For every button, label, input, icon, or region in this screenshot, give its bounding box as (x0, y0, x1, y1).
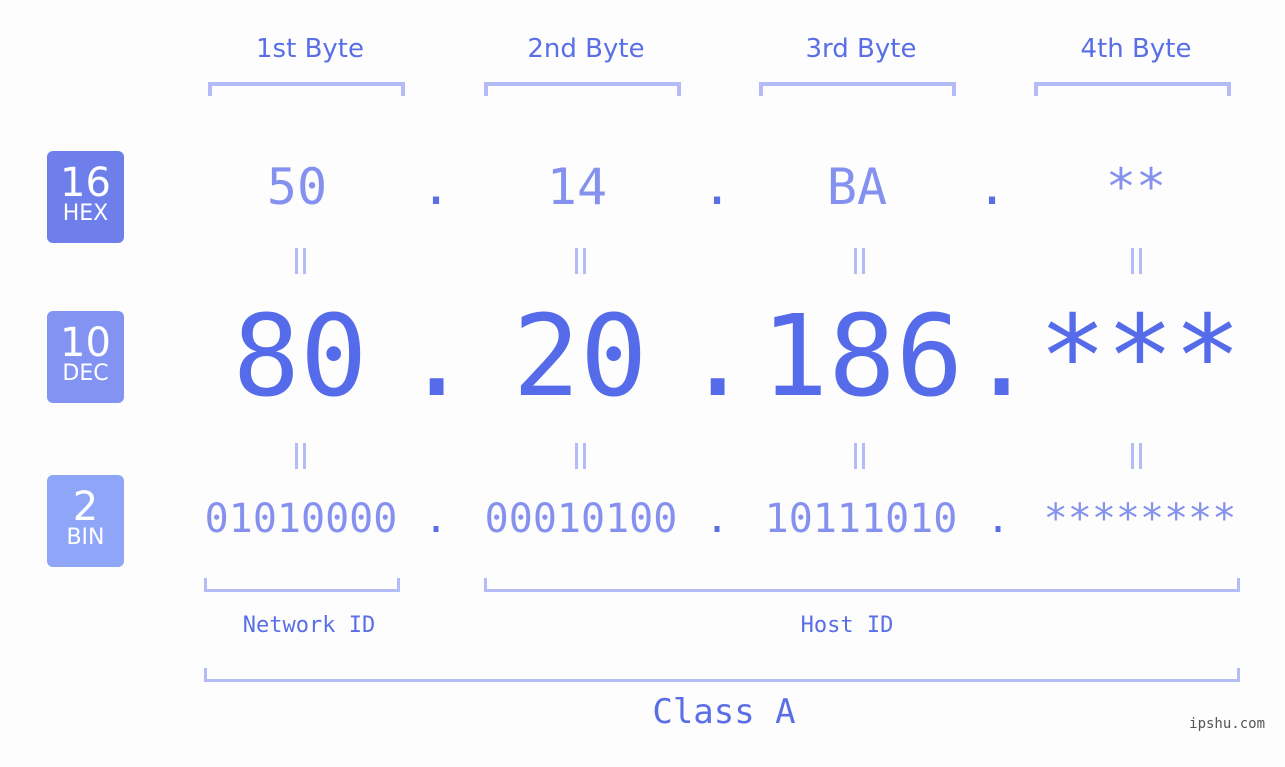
bin-badge-label: BIN (66, 525, 105, 550)
class-label: Class A (652, 692, 796, 732)
hex-value-1: 50 (266, 158, 328, 216)
byte-header-4: 4th Byte (1080, 34, 1192, 64)
hex-badge: 16 HEX (47, 151, 124, 243)
host-id-label: Host ID (800, 613, 894, 638)
bin-value-2: 00010100 (484, 496, 678, 542)
hex-badge-label: HEX (62, 201, 109, 226)
dec-value-1: 80 (232, 292, 368, 422)
dec-badge-number: 10 (60, 320, 111, 366)
byte-header-1: 1st Byte (256, 34, 364, 64)
dec-separator-2: . (684, 292, 752, 422)
bin-badge: 2 BIN (47, 475, 124, 567)
bin-separator-1: . (423, 496, 449, 542)
equals-icon (1129, 248, 1143, 274)
dec-separator-3: . (968, 292, 1036, 422)
hex-separator-3: . (976, 158, 1008, 216)
hex-badge-number: 16 (60, 160, 111, 206)
byte-header-3: 3rd Byte (805, 34, 917, 64)
equals-icon (293, 443, 307, 469)
bin-value-3: 10111010 (764, 496, 958, 542)
bin-separator-2: . (704, 496, 730, 542)
dec-value-2: 20 (512, 292, 648, 422)
equals-icon (573, 443, 587, 469)
hex-separator-2: . (701, 158, 733, 216)
dec-separator-1: . (403, 292, 471, 422)
bin-separator-3: . (985, 496, 1011, 542)
equals-icon (852, 443, 866, 469)
equals-icon (852, 248, 866, 274)
byte-bracket-3 (759, 82, 956, 96)
hex-value-3: BA (826, 158, 888, 216)
watermark: ipshu.com (1189, 716, 1265, 732)
network-id-label: Network ID (242, 613, 376, 638)
byte-bracket-4 (1034, 82, 1231, 96)
hex-value-4: ** (1105, 158, 1167, 216)
bin-badge-number: 2 (72, 484, 99, 530)
hex-value-2: 14 (546, 158, 608, 216)
byte-bracket-1 (208, 82, 405, 96)
bin-value-1: 01010000 (204, 496, 398, 542)
host-id-bracket (484, 578, 1240, 592)
dec-value-3: 186 (760, 292, 964, 422)
equals-icon (573, 248, 587, 274)
dec-value-4: *** (1038, 292, 1242, 422)
equals-icon (1129, 443, 1143, 469)
hex-separator-1: . (420, 158, 452, 216)
equals-icon (293, 248, 307, 274)
dec-badge: 10 DEC (47, 311, 124, 403)
byte-header-2: 2nd Byte (527, 34, 645, 64)
dec-badge-label: DEC (62, 361, 109, 386)
bin-value-4: ******** (1043, 496, 1237, 542)
network-id-bracket (204, 578, 400, 592)
class-bracket (204, 668, 1240, 682)
byte-bracket-2 (484, 82, 681, 96)
